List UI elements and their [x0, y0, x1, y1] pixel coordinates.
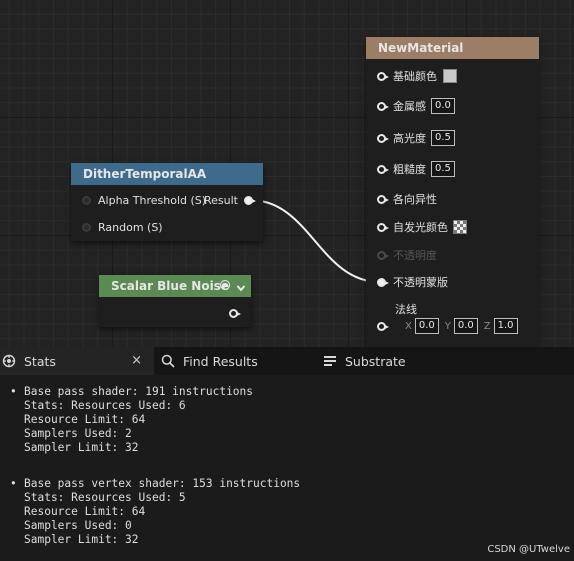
- specular-label: 高光度: [393, 132, 426, 145]
- tab-substrate-label: Substrate: [345, 353, 406, 369]
- list-icon: [323, 354, 337, 368]
- tab-stats[interactable]: Stats ×: [0, 347, 154, 375]
- normal-y-field[interactable]: 0.0: [453, 318, 478, 334]
- random-pin[interactable]: Random (S): [82, 218, 163, 236]
- roughness-pin[interactable]: 粗糙度 0.5: [377, 160, 455, 178]
- input-pin-icon[interactable]: [82, 195, 91, 205]
- input-pin-icon[interactable]: [377, 164, 389, 174]
- alpha-threshold-pin[interactable]: Alpha Threshold (S): [82, 191, 206, 209]
- input-pin-icon[interactable]: [377, 277, 389, 287]
- metallic-pin[interactable]: 金属感 0.0: [377, 97, 455, 115]
- tab-find-results[interactable]: Find Results: [161, 347, 258, 375]
- stat-line: Samplers Used: 2: [24, 427, 132, 440]
- chevron-down-icon[interactable]: [236, 278, 246, 300]
- normal-z-axis-label: Z: [483, 320, 491, 332]
- result-label: Result: [204, 193, 238, 207]
- specular-value-field[interactable]: 0.5: [431, 130, 455, 146]
- opacity-label: 不透明度: [393, 249, 437, 262]
- roughness-label: 粗糙度: [393, 163, 426, 176]
- tab-substrate[interactable]: Substrate: [323, 347, 406, 375]
- input-pin-icon[interactable]: [377, 194, 389, 204]
- scalar-blue-noise-node[interactable]: Scalar Blue Noise: [99, 275, 251, 327]
- base-color-swatch[interactable]: [443, 69, 457, 83]
- metallic-label: 金属感: [393, 100, 426, 113]
- input-pin-icon[interactable]: [377, 133, 389, 143]
- input-pin-icon[interactable]: [377, 101, 389, 111]
- result-output-pin[interactable]: Result: [204, 191, 260, 209]
- normal-y-axis-label: Y: [444, 320, 451, 332]
- blue-noise-title-text: Scalar Blue Noise: [111, 279, 229, 293]
- opacity-mask-pin[interactable]: 不透明蒙版: [377, 273, 448, 291]
- preview-toggle-icon[interactable]: [220, 280, 230, 290]
- vertex-shader-stats: Base pass vertex shader: 153 instruction…: [10, 477, 300, 547]
- new-material-node[interactable]: NewMaterial 基础颜色 金属感 0.0 高光度 0.5 粗糙度 0.5…: [366, 37, 539, 347]
- input-pin-icon: [377, 250, 389, 260]
- tab-stats-label: Stats: [24, 353, 56, 369]
- stat-line: Base pass shader: 191 instructions: [10, 385, 253, 399]
- specular-pin[interactable]: 高光度 0.5: [377, 129, 455, 147]
- stat-line: Sampler Limit: 32: [24, 441, 139, 454]
- input-pin-icon[interactable]: [377, 321, 389, 331]
- metallic-value-field[interactable]: 0.0: [431, 98, 455, 114]
- normal-x-field[interactable]: 0.0: [414, 318, 439, 334]
- stat-line: Sampler Limit: 32: [24, 533, 139, 546]
- emissive-pin[interactable]: 自发光颜色: [377, 218, 467, 236]
- stat-line: Stats: Resources Used: 6: [24, 399, 186, 412]
- roughness-value-field[interactable]: 0.5: [431, 161, 455, 177]
- input-pin-icon[interactable]: [377, 71, 389, 81]
- stats-panel: Base pass shader: 191 instructions Stats…: [0, 375, 574, 561]
- material-node-title: NewMaterial: [366, 37, 539, 59]
- watermark: CSDN @UTwelve: [487, 544, 570, 555]
- panel-tab-bar: Stats × Find Results Substrate: [0, 347, 574, 375]
- opacity-mask-label: 不透明蒙版: [393, 276, 448, 289]
- pixel-shader-stats: Base pass shader: 191 instructions Stats…: [10, 385, 253, 455]
- anisotropy-label: 各向异性: [393, 193, 437, 206]
- tab-find-results-label: Find Results: [183, 353, 258, 369]
- search-icon: [161, 354, 175, 368]
- random-label: Random (S): [98, 220, 163, 234]
- stat-line: Resource Limit: 64: [24, 505, 146, 518]
- stat-line: Resource Limit: 64: [24, 413, 146, 426]
- input-pin-icon[interactable]: [82, 222, 91, 232]
- output-pin-icon[interactable]: [229, 309, 241, 318]
- normal-x-axis-label: X: [405, 320, 412, 332]
- alpha-threshold-label: Alpha Threshold (S): [98, 193, 207, 207]
- normal-z-field[interactable]: 1.0: [493, 318, 518, 334]
- blue-noise-node-title: Scalar Blue Noise: [99, 275, 251, 297]
- normal-pin[interactable]: X 0.0 Y 0.0 Z 1.0: [377, 317, 518, 335]
- dither-node-title: DitherTemporalAA: [71, 163, 263, 185]
- stat-line: Base pass vertex shader: 153 instruction…: [10, 477, 300, 491]
- opacity-pin: 不透明度: [377, 246, 437, 264]
- emissive-color-swatch[interactable]: [453, 220, 467, 234]
- normal-label-row: 法线: [395, 300, 417, 318]
- normal-label: 法线: [395, 303, 417, 316]
- close-icon[interactable]: ×: [131, 353, 142, 368]
- anisotropy-pin[interactable]: 各向异性: [377, 190, 437, 208]
- output-pin-icon[interactable]: [244, 195, 256, 205]
- base-color-pin[interactable]: 基础颜色: [377, 67, 457, 85]
- material-graph-canvas[interactable]: DitherTemporalAA Alpha Threshold (S) Res…: [0, 0, 574, 347]
- dither-temporal-aa-node[interactable]: DitherTemporalAA Alpha Threshold (S) Res…: [71, 163, 263, 241]
- emissive-label: 自发光颜色: [393, 221, 448, 234]
- base-color-label: 基础颜色: [393, 70, 437, 83]
- stat-line: Stats: Resources Used: 5: [24, 491, 186, 504]
- stats-icon: [2, 354, 16, 368]
- stat-line: Samplers Used: 0: [24, 519, 132, 532]
- input-pin-icon[interactable]: [377, 222, 389, 232]
